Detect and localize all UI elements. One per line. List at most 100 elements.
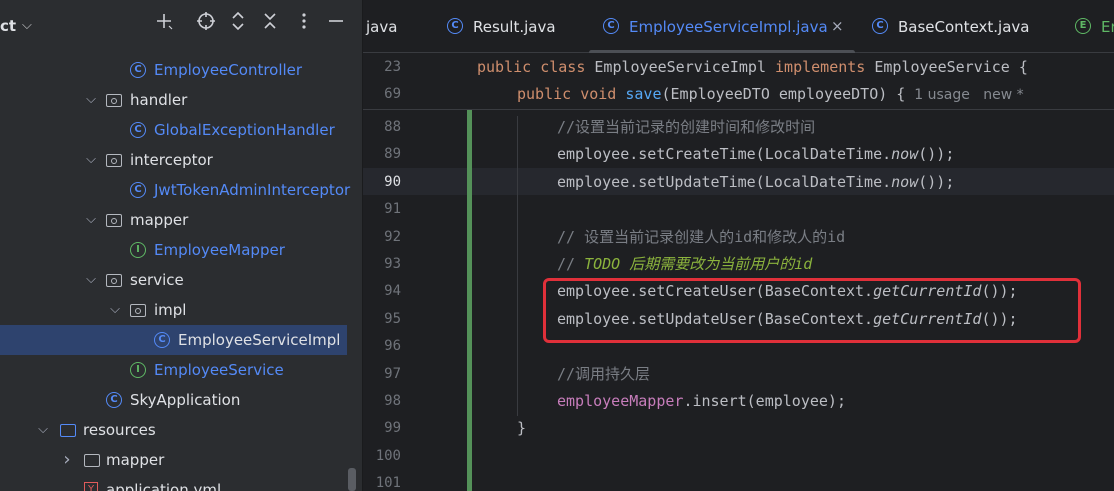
plus-icon[interactable]: [150, 10, 178, 42]
code-line[interactable]: 99}: [363, 415, 1114, 442]
tab-label: EmployeeServiceImpl.java: [629, 18, 828, 36]
code-line[interactable]: 97 //调用持久层: [363, 361, 1114, 388]
code-text: public void save(EmployeeDTO employeeDTO…: [517, 81, 1024, 109]
ide-window: ct ⌵ C EmployeeController ⌵ handler C GlobalE…: [0, 0, 1114, 491]
code-text: employeeMapper.insert(employee);: [557, 388, 846, 415]
code-token: EmployeeServiceImpl: [594, 58, 776, 76]
code-token: (EmployeeDTO employeeDTO) {: [661, 85, 906, 103]
tree-item-label: service: [130, 271, 184, 289]
package-icon: [106, 154, 122, 167]
tree-item[interactable]: I EmployeeService: [0, 355, 362, 385]
line-number: 89: [384, 146, 401, 163]
author-hint[interactable]: new *: [970, 87, 1023, 103]
chevron-down-icon[interactable]: ⌵: [84, 85, 98, 115]
interface-icon: I: [130, 242, 146, 258]
code-line[interactable]: 101: [363, 470, 1114, 491]
sticky-scroll-header[interactable]: 23 public class EmployeeServiceImpl imple…: [363, 53, 1114, 110]
editor-tabs: java C Result.java C EmployeeServiceImpl…: [363, 0, 1114, 55]
tree-item[interactable]: I EmployeeMapper: [0, 235, 362, 265]
code-token: ());: [918, 172, 955, 191]
code-text: //调用持久层: [557, 361, 650, 388]
tree-item-label: handler: [130, 91, 188, 109]
tree-item-label: SkyApplication: [130, 391, 241, 409]
sticky-line[interactable]: 23 public class EmployeeServiceImpl imple…: [363, 54, 1114, 81]
tree-item[interactable]: C EmployeeServiceImpl: [0, 325, 347, 355]
class-icon: C: [130, 122, 146, 138]
code-line[interactable]: 92 // 设置当前记录创建人的id和修改人的id: [363, 224, 1114, 251]
collapse-all-icon[interactable]: [256, 10, 284, 42]
line-number: 101: [375, 475, 401, 491]
tree-item[interactable]: ⌵ mapper: [0, 205, 362, 235]
code-token: }: [517, 419, 527, 438]
tree-item[interactable]: C GlobalExceptionHandler: [0, 115, 362, 145]
folder-icon: [84, 454, 100, 467]
code-token: //: [557, 255, 585, 273]
spring-app-icon: C: [106, 392, 122, 408]
class-icon: C: [130, 182, 146, 198]
close-icon[interactable]: ×: [831, 0, 844, 52]
project-title[interactable]: ct: [0, 17, 16, 35]
code-token: public class: [477, 58, 595, 76]
code-line[interactable]: 90 employee.setUpdateTime(LocalDateTime.n…: [363, 169, 1114, 196]
chevron-down-icon[interactable]: ⌵: [84, 145, 98, 175]
package-icon: [106, 214, 122, 227]
code-line[interactable]: 100: [363, 443, 1114, 470]
tree-item[interactable]: Yapplication.yml: [0, 475, 362, 491]
tree-item[interactable]: C EmployeeController: [0, 55, 362, 85]
line-number: 93: [384, 256, 401, 272]
code-token: implements: [775, 58, 875, 76]
more-options-icon[interactable]: [290, 10, 318, 42]
tree-item[interactable]: C SkyApplication: [0, 385, 362, 415]
code-token: TODO 后期需要改为当前用户的id: [584, 255, 813, 273]
sticky-line[interactable]: 69 public void save(EmployeeDTO employeeD…: [363, 81, 1114, 108]
tab-label: Er: [1101, 18, 1114, 36]
code-token: EmployeeService {: [874, 58, 1028, 76]
crosshair-icon[interactable]: [192, 10, 220, 42]
code-line[interactable]: 89 employee.setCreateTime(LocalDateTime.n…: [363, 141, 1114, 168]
code-line[interactable]: 91: [363, 196, 1114, 223]
tree-item[interactable]: ⌵ impl: [0, 295, 362, 325]
tab-label: BaseContext.java: [898, 18, 1030, 36]
tree-item-label: EmployeeController: [154, 61, 303, 79]
code-text: employee.setUpdateTime(LocalDateTime.now…: [557, 169, 954, 196]
chevron-down-icon[interactable]: ⌵: [84, 205, 98, 235]
tree-item-label: mapper: [130, 211, 189, 229]
code-token: now: [891, 145, 919, 164]
code-token: // 设置当前记录创建人的id和修改人的id: [557, 227, 846, 246]
tree-item[interactable]: ⌵ interceptor: [0, 145, 362, 175]
code-token: save: [625, 85, 662, 103]
line-number: 88: [384, 119, 401, 135]
expand-all-icon[interactable]: [224, 10, 252, 42]
minimize-icon[interactable]: [322, 10, 350, 42]
code-token: public void: [517, 85, 626, 103]
tree-item[interactable]: ⌵ handler: [0, 85, 362, 115]
tree-item[interactable]: ⌵ service: [0, 265, 362, 295]
code-editor: java C Result.java C EmployeeServiceImpl…: [363, 0, 1114, 491]
chevron-down-icon[interactable]: ⌵: [84, 265, 98, 295]
code-token: employeeMapper: [557, 392, 684, 410]
tree-item[interactable]: C JwtTokenAdminInterceptor: [0, 175, 362, 205]
chevron-down-icon[interactable]: ⌵: [36, 415, 50, 445]
code-token: now: [891, 172, 919, 191]
tree-item-label: EmployeeMapper: [154, 241, 285, 259]
code-text: // 设置当前记录创建人的id和修改人的id: [557, 224, 845, 251]
usages-hint[interactable]: 1 usage: [905, 87, 970, 103]
package-icon: [106, 274, 122, 287]
tree-item[interactable]: ⌵ resources: [0, 415, 362, 445]
chevron-down-icon[interactable]: ⌵: [108, 295, 122, 325]
chevron-right-icon[interactable]: ›: [60, 445, 74, 475]
line-number: 69: [384, 86, 401, 102]
line-number: 96: [384, 338, 401, 355]
code-line[interactable]: 93 // TODO 后期需要改为当前用户的id: [363, 251, 1114, 278]
tree-item[interactable]: › mapper: [0, 445, 362, 475]
code-text: //设置当前记录的创建时间和修改时间: [557, 114, 815, 141]
line-number: 97: [384, 365, 401, 382]
chevron-down-icon[interactable]: ⌵: [22, 18, 32, 33]
code-line[interactable]: 88 //设置当前记录的创建时间和修改时间: [363, 114, 1114, 141]
code-area[interactable]: 88 //设置当前记录的创建时间和修改时间 89 employee.setCreate…: [363, 53, 1114, 491]
tree-scrollbar[interactable]: [348, 468, 356, 491]
tree-item-label: application.yml: [106, 481, 222, 491]
tree-item-label: EmployeeService: [154, 361, 284, 379]
tree-item-label: GlobalExceptionHandler: [154, 121, 335, 139]
code-line[interactable]: 98 employeeMapper.insert(employee);: [363, 388, 1114, 415]
